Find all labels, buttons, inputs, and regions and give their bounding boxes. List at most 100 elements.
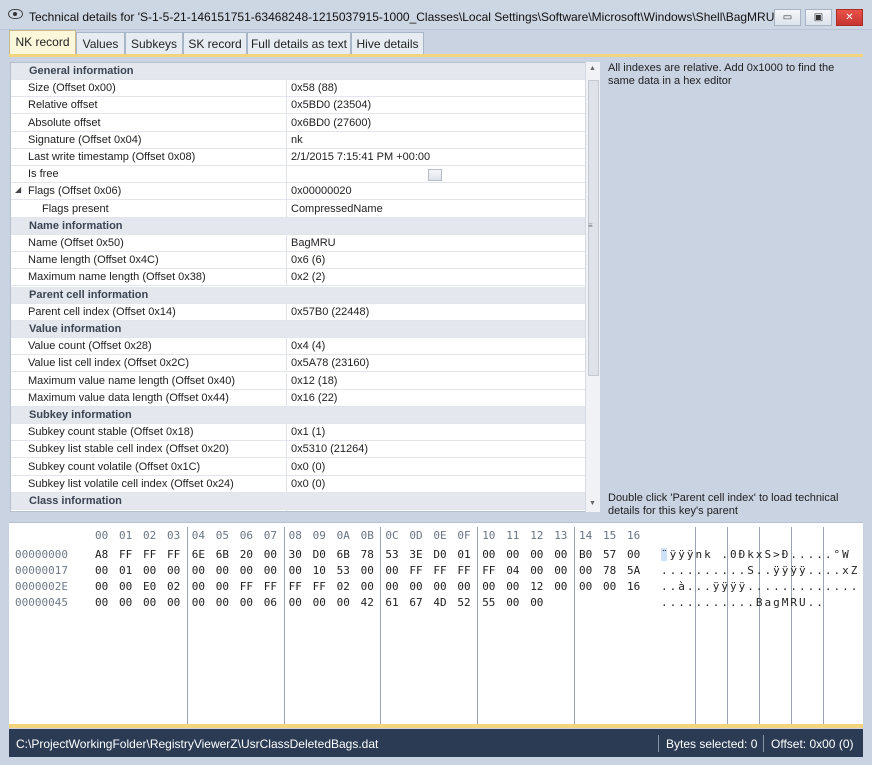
- hex-byte[interactable]: 00: [506, 548, 519, 561]
- hex-byte[interactable]: 00: [385, 580, 398, 593]
- hex-byte[interactable]: 00: [167, 564, 180, 577]
- hex-byte[interactable]: 01: [457, 548, 470, 561]
- hex-byte[interactable]: 02: [337, 580, 350, 593]
- property-value[interactable]: 0x0 (0): [288, 476, 587, 493]
- hex-byte[interactable]: 00: [192, 596, 205, 609]
- category-header[interactable]: Class information: [11, 493, 587, 510]
- hex-byte[interactable]: 00: [554, 548, 567, 561]
- hex-ascii-text[interactable]: ..........S..ÿÿÿÿ....xZ: [661, 564, 859, 577]
- property-row[interactable]: Maximum value name length (Offset 0x40) 0…: [11, 372, 587, 390]
- hex-byte[interactable]: 53: [337, 564, 350, 577]
- property-value[interactable]: BagMRU: [288, 235, 587, 252]
- hex-byte[interactable]: 78: [603, 564, 616, 577]
- tab-values[interactable]: Values: [76, 32, 125, 56]
- hex-byte[interactable]: 00: [579, 564, 592, 577]
- hex-byte[interactable]: 00: [95, 564, 108, 577]
- category-header[interactable]: Subkey information: [11, 407, 587, 424]
- property-value[interactable]: 0x5A78 (23160): [288, 355, 587, 372]
- hex-byte[interactable]: 00: [95, 580, 108, 593]
- hex-byte[interactable]: 00: [119, 580, 132, 593]
- tab-hive-details[interactable]: Hive details: [351, 32, 424, 56]
- hex-byte[interactable]: 00: [361, 564, 374, 577]
- hex-byte[interactable]: 3E: [409, 548, 422, 561]
- hex-byte[interactable]: 00: [482, 580, 495, 593]
- hex-byte[interactable]: 00: [506, 596, 519, 609]
- hex-byte[interactable]: 6E: [192, 548, 205, 561]
- hex-byte[interactable]: 00: [289, 596, 302, 609]
- hex-byte[interactable]: 00: [554, 580, 567, 593]
- hex-byte[interactable]: 12: [530, 580, 543, 593]
- property-value[interactable]: 0x5BD0 (23504): [288, 97, 587, 114]
- property-value[interactable]: 0x4 (4): [288, 338, 587, 355]
- property-row[interactable]: Flags present CompressedName: [11, 200, 587, 218]
- hex-byte[interactable]: 00: [143, 596, 156, 609]
- property-value[interactable]: 0x6BD0 (27600): [288, 115, 587, 132]
- category-header[interactable]: Parent cell information: [11, 286, 587, 304]
- tab-nk-record[interactable]: NK record: [9, 30, 76, 56]
- hex-byte[interactable]: 00: [433, 580, 446, 593]
- hex-byte[interactable]: 00: [216, 596, 229, 609]
- hex-byte[interactable]: 00: [143, 564, 156, 577]
- category-header[interactable]: Name information: [11, 217, 587, 235]
- hex-byte[interactable]: 00: [457, 580, 470, 593]
- property-value[interactable]: nk: [288, 132, 587, 149]
- hex-byte[interactable]: 52: [457, 596, 470, 609]
- hex-byte[interactable]: FF: [409, 564, 422, 577]
- property-row[interactable]: Absolute offset 0x6BD0 (27600): [11, 114, 587, 132]
- hex-byte[interactable]: 00: [216, 564, 229, 577]
- close-button[interactable]: ✕: [836, 9, 863, 26]
- hex-byte[interactable]: 5A: [627, 564, 640, 577]
- property-row[interactable]: Maximum name length (Offset 0x38) 0x2 (2): [11, 269, 587, 287]
- hex-byte[interactable]: 42: [361, 596, 374, 609]
- hex-byte[interactable]: 6B: [216, 548, 229, 561]
- property-row[interactable]: Subkey count volatile (Offset 0x1C) 0x0 (…: [11, 458, 587, 476]
- hex-byte[interactable]: 00: [554, 564, 567, 577]
- hex-byte[interactable]: 00: [167, 596, 180, 609]
- hex-byte[interactable]: 55: [482, 596, 495, 609]
- scroll-up-icon[interactable]: ▲: [589, 65, 596, 72]
- hex-byte[interactable]: 78: [361, 548, 374, 561]
- hex-byte[interactable]: 00: [313, 596, 326, 609]
- hex-byte[interactable]: 61: [385, 596, 398, 609]
- hex-byte[interactable]: 00: [530, 564, 543, 577]
- hex-byte[interactable]: B0: [579, 548, 592, 561]
- hex-byte[interactable]: 00: [192, 564, 205, 577]
- hex-byte[interactable]: D0: [313, 548, 326, 561]
- property-value[interactable]: 0x58 (88): [288, 80, 587, 97]
- hex-byte[interactable]: FF: [433, 564, 446, 577]
- hex-byte[interactable]: 01: [119, 564, 132, 577]
- hex-byte[interactable]: 02: [167, 580, 180, 593]
- hex-byte[interactable]: 00: [361, 580, 374, 593]
- maximize-button[interactable]: ▣: [805, 9, 832, 26]
- property-value[interactable]: CompressedName: [288, 201, 587, 218]
- hex-ascii-text[interactable]: ..à...ÿÿÿÿ.............: [661, 580, 859, 593]
- hex-byte[interactable]: 00: [506, 580, 519, 593]
- hex-ascii-text[interactable]: ...........BagMRU..: [661, 596, 825, 609]
- hex-byte[interactable]: 00: [627, 548, 640, 561]
- hex-byte[interactable]: 00: [337, 596, 350, 609]
- hex-byte[interactable]: 4D: [433, 596, 446, 609]
- property-value[interactable]: 0x16 (22): [288, 390, 587, 407]
- hex-viewer[interactable]: 00 01 02 03 04 05 06 07 08 09 0A 0B 0C 0D 0E 0F 10 11 12 13…: [9, 522, 863, 725]
- property-value[interactable]: 0x5310 (21264): [288, 441, 587, 458]
- property-row[interactable]: Subkey count stable (Offset 0x18) 0x1 (1): [11, 424, 587, 442]
- minimize-button[interactable]: ▭: [774, 9, 801, 26]
- hex-byte[interactable]: 00: [216, 580, 229, 593]
- hex-byte[interactable]: 00: [192, 580, 205, 593]
- hex-byte[interactable]: 00: [385, 564, 398, 577]
- property-row[interactable]: Relative offset 0x5BD0 (23504): [11, 97, 587, 115]
- hex-byte[interactable]: 00: [409, 580, 422, 593]
- hex-byte[interactable]: 30: [289, 548, 302, 561]
- property-value[interactable]: 0x0 (0): [288, 459, 587, 476]
- hex-byte[interactable]: 00: [603, 580, 616, 593]
- hex-byte[interactable]: FF: [482, 564, 495, 577]
- property-row[interactable]: Class length (Offset 0x4E)0x0 (0): [11, 510, 587, 511]
- tab-sk-record[interactable]: SK record: [183, 32, 247, 56]
- hex-byte[interactable]: 00: [240, 596, 253, 609]
- hex-byte[interactable]: 6B: [337, 548, 350, 561]
- property-grid[interactable]: General information Size (Offset 0x00) 0x5…: [10, 62, 600, 512]
- category-header[interactable]: General information: [11, 63, 587, 80]
- property-value[interactable]: 0x57B0 (22448): [288, 304, 587, 321]
- property-row[interactable]: Parent cell index (Offset 0x14) 0x57B0 (2…: [11, 303, 587, 321]
- property-row[interactable]: Signature (Offset 0x04) nk: [11, 131, 587, 149]
